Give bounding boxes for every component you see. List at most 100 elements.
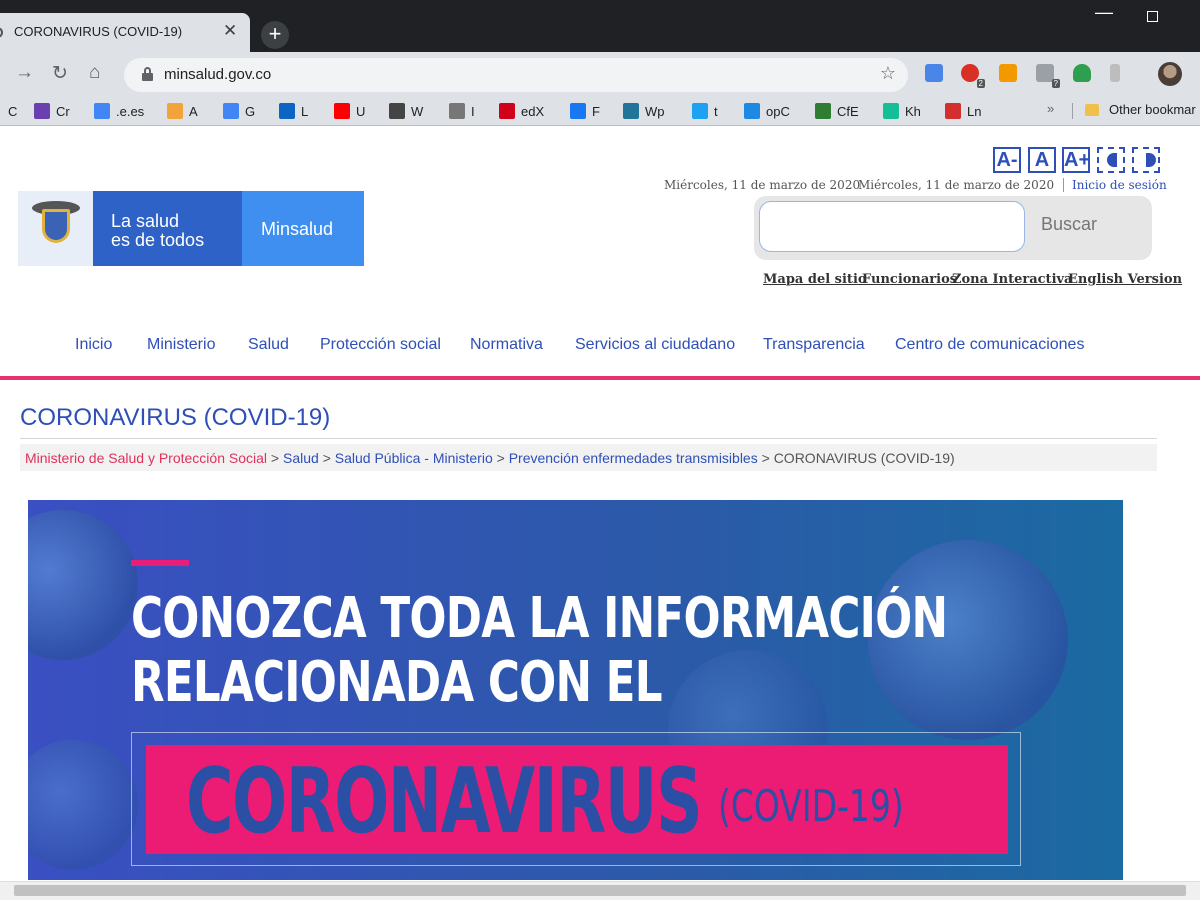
opencourse-icon [744, 103, 760, 119]
banner-headline-line1: CONOZCA TODA LA INFORMACIÓN [131, 586, 948, 651]
font-normal-button[interactable]: A [1028, 147, 1056, 173]
logo-slogan: La salud es de todos [93, 191, 242, 266]
linkedin-icon [279, 103, 295, 119]
nav-salud[interactable]: Salud [248, 336, 289, 354]
bookmark-item[interactable]: Ln [945, 102, 981, 120]
breadcrumb: Ministerio de Salud y Protección Social … [20, 444, 1157, 471]
tab-title: CORONAVIRUS (COVID-19) [14, 24, 183, 39]
wikipedia-icon [389, 103, 405, 119]
minimize-icon[interactable]: — [1095, 2, 1113, 23]
extension-check-icon[interactable] [925, 64, 943, 82]
nav-normativa[interactable]: Normativa [470, 336, 543, 354]
logo-brand: Minsalud [242, 191, 364, 266]
horizontal-scrollbar[interactable] [0, 881, 1200, 900]
bookmark-item[interactable]: opC [744, 102, 790, 120]
extension-abp-icon[interactable]: 2 [961, 64, 985, 88]
bookmark-label: .e.es [116, 103, 145, 119]
contrast-invert-icon[interactable] [1132, 147, 1160, 173]
extension-chart-icon[interactable] [999, 64, 1017, 82]
nav-servicios-ciudadano[interactable]: Servicios al ciudadano [575, 336, 735, 354]
bookmark-item[interactable]: G [223, 102, 255, 120]
evernote-icon[interactable] [1073, 64, 1091, 82]
bookmark-label: Cr [56, 103, 70, 119]
twitter-icon [692, 103, 708, 119]
new-tab-button[interactable]: + [261, 21, 289, 49]
extension-mail-icon[interactable]: ? [1036, 64, 1060, 88]
nav-ministerio[interactable]: Ministerio [147, 336, 215, 354]
nav-inicio[interactable]: Inicio [75, 336, 112, 354]
english-version-link[interactable]: English Version [1068, 272, 1182, 287]
breadcrumb-home[interactable]: Ministerio de Salud y Protección Social [25, 450, 267, 466]
nav-proteccion-social[interactable]: Protección social [320, 336, 441, 354]
translate-icon [94, 103, 110, 119]
breadcrumb-prevencion[interactable]: Prevención enfermedades transmisibles [509, 450, 758, 466]
bookmark-label: CfE [837, 103, 859, 119]
youtube-icon [334, 103, 350, 119]
other-bookmarks[interactable]: Other bookmar [1109, 102, 1196, 117]
font-increase-button[interactable]: A+ [1062, 147, 1090, 173]
zona-interactiva-link[interactable]: Zona Interactiva [952, 272, 1072, 287]
scrollbar-thumb[interactable] [14, 885, 1186, 896]
nav-centro-comunicaciones[interactable]: Centro de comunicaciones [895, 336, 1084, 354]
bookmark-label: W [411, 103, 424, 119]
search-button[interactable]: Buscar [1041, 214, 1097, 235]
login-link[interactable]: Inicio de sesión [1063, 178, 1167, 192]
virus-illustration [28, 740, 138, 870]
breadcrumb-current: CORONAVIRUS (COVID-19) [773, 450, 955, 466]
font-decrease-button[interactable]: A- [993, 147, 1021, 173]
bookmark-item[interactable]: C [8, 102, 17, 120]
cfe-icon [815, 103, 831, 119]
nav-transparencia[interactable]: Transparencia [763, 336, 865, 354]
bookmark-label: I [471, 103, 475, 119]
sitemap-link[interactable]: Mapa del sitio [763, 272, 867, 287]
banner-accent-bar [131, 560, 189, 566]
extension-feather-icon[interactable] [1110, 64, 1120, 82]
bookmark-item[interactable]: Kh [883, 102, 921, 120]
logo-slogan-line1: La salud [111, 211, 180, 231]
globe-icon [449, 103, 465, 119]
bookmark-item[interactable]: .e.es [94, 102, 144, 120]
bookmark-item[interactable]: I [449, 102, 475, 120]
funcionarios-link[interactable]: Funcionarios [862, 272, 957, 287]
address-bar[interactable]: minsalud.gov.co ☆ [124, 58, 908, 92]
wordpress-icon [623, 103, 639, 119]
tab-close-icon[interactable]: ✕ [223, 21, 237, 41]
facebook-icon [570, 103, 586, 119]
web-page: A- A A+ Miércoles, 11 de marzo de 2020 M… [0, 127, 1200, 900]
bookmark-item[interactable]: Cr [34, 102, 70, 120]
minsalud-logo[interactable]: La salud es de todos Minsalud [18, 191, 364, 266]
date-text: Miércoles, 11 de marzo de 2020 [664, 178, 861, 192]
contrast-icon[interactable] [1097, 147, 1125, 173]
bookmark-label: Wp [645, 103, 665, 119]
bookmark-item[interactable]: F [570, 102, 600, 120]
coronavirus-banner[interactable]: CONOZCA TODA LA INFORMACIÓN RELACIONADA … [28, 500, 1123, 880]
home-icon[interactable]: ⌂ [89, 62, 100, 84]
bookmark-item[interactable]: edX [499, 102, 544, 120]
tab-strip: CORONAVIRUS (COVID-19) ✕ + — [0, 0, 1200, 52]
forward-icon[interactable]: → [15, 62, 34, 84]
reload-icon[interactable]: ↻ [52, 62, 68, 85]
bookmark-item[interactable]: L [279, 102, 308, 120]
bookmark-item[interactable]: Wp [623, 102, 665, 120]
bookmark-item[interactable]: CfE [815, 102, 859, 120]
breadcrumb-salud[interactable]: Salud [283, 450, 319, 466]
bookmark-star-icon[interactable]: ☆ [880, 63, 896, 84]
breadcrumb-separator: > [322, 450, 331, 466]
date-text-secondary: Miércoles, 11 de marzo de 2020 [858, 178, 1055, 192]
bookmarks-overflow-button[interactable]: » [1047, 101, 1054, 116]
bookmark-label: edX [521, 103, 545, 119]
bookmark-item[interactable]: t [692, 102, 718, 120]
search-box: Buscar [754, 196, 1152, 260]
maximize-icon[interactable] [1147, 11, 1158, 22]
breadcrumb-salud-publica[interactable]: Salud Pública - Ministerio [335, 450, 493, 466]
breadcrumb-separator: > [496, 450, 505, 466]
bookmark-item[interactable]: W [389, 102, 423, 120]
bookmark-label: Ln [967, 103, 982, 119]
bookmark-item[interactable]: U [334, 102, 365, 120]
bookmark-item[interactable]: A [167, 102, 198, 120]
bookmark-label: opC [766, 103, 790, 119]
bookmark-label: F [592, 103, 600, 119]
search-input[interactable] [759, 201, 1025, 252]
profile-avatar[interactable] [1158, 62, 1182, 86]
browser-tab[interactable]: CORONAVIRUS (COVID-19) ✕ [0, 13, 250, 52]
